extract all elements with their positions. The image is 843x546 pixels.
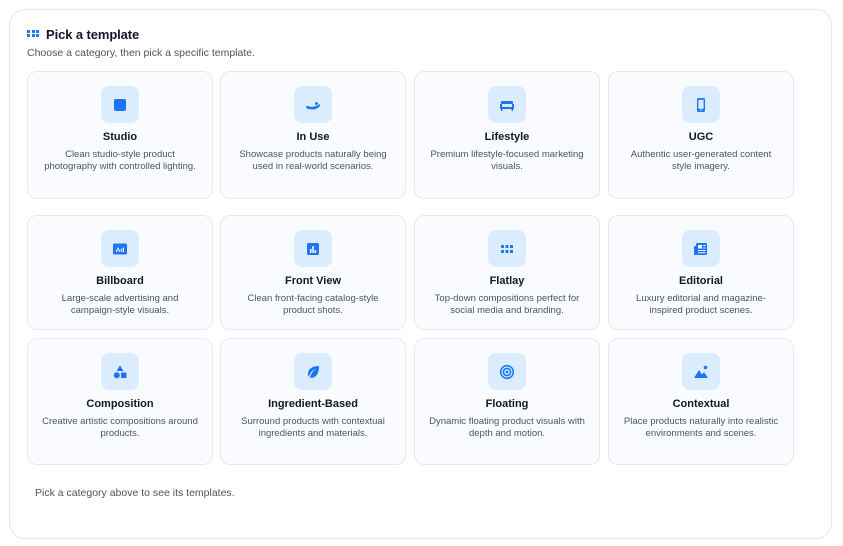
- card-description: Top-down compositions perfect for social…: [434, 293, 580, 316]
- card-title: In Use: [296, 131, 330, 143]
- header: Pick a template Choose a category, then …: [27, 27, 255, 59]
- card-title: Front View: [284, 275, 342, 287]
- footer-note: Pick a category above to see its templat…: [35, 487, 235, 499]
- grid-icon: [27, 29, 39, 40]
- card-description: Place products naturally into realistic …: [623, 416, 779, 439]
- card-title: Contextual: [672, 398, 730, 410]
- card-title: Flatlay: [489, 275, 525, 287]
- card-description: Surround products with contextual ingred…: [241, 416, 385, 439]
- svg-text:Ad: Ad: [116, 247, 125, 254]
- card-title: Composition: [86, 398, 154, 410]
- card-title: Ingredient-Based: [268, 398, 358, 410]
- card-description: Creative artistic compositions around pr…: [42, 416, 198, 439]
- category-card-lifestyle[interactable]: Lifestyle Premium lifestyle-focused mark…: [414, 71, 600, 199]
- category-grid: Studio Clean studio-style product photog…: [27, 71, 795, 465]
- card-title: Floating: [485, 398, 529, 410]
- category-card-studio[interactable]: Studio Clean studio-style product photog…: [27, 71, 213, 199]
- card-title: UGC: [688, 131, 714, 143]
- category-card-ugc[interactable]: UGC Authentic user-generated content sty…: [608, 71, 794, 199]
- category-card-flatlay[interactable]: Flatlay Top-down compositions perfect fo…: [414, 215, 600, 330]
- leaf-icon: [294, 353, 332, 390]
- card-description: Dynamic floating product visuals with de…: [429, 416, 585, 439]
- card-title: Editorial: [678, 275, 723, 287]
- category-card-billboard[interactable]: Ad Billboard Large-scale advertising and…: [27, 215, 213, 330]
- category-card-ingredient-based[interactable]: Ingredient-Based Surround products with …: [220, 338, 406, 465]
- landscape-icon: [682, 353, 720, 390]
- title-row: Pick a template: [27, 27, 255, 42]
- card-description: Showcase products naturally being used i…: [239, 149, 387, 172]
- category-card-editorial[interactable]: Editorial Luxury editorial and magazine-…: [608, 215, 794, 330]
- sofa-icon: [488, 86, 526, 123]
- card-title: Billboard: [96, 275, 144, 287]
- bar-chart-icon: [294, 230, 332, 267]
- card-description: Clean front-facing catalog-style product…: [247, 293, 379, 316]
- card-description: Premium lifestyle-focused marketing visu…: [430, 149, 584, 172]
- ad-icon: Ad: [101, 230, 139, 267]
- category-card-front-view[interactable]: Front View Clean front-facing catalog-st…: [220, 215, 406, 330]
- category-card-contextual[interactable]: Contextual Place products naturally into…: [608, 338, 794, 465]
- card-description: Large-scale advertising and campaign-sty…: [61, 293, 179, 316]
- smartphone-icon: [682, 86, 720, 123]
- card-description: Authentic user-generated content style i…: [630, 149, 772, 172]
- hand-icon: [294, 86, 332, 123]
- category-card-composition[interactable]: Composition Creative artistic compositio…: [27, 338, 213, 465]
- newspaper-icon: [682, 230, 720, 267]
- square-icon: [101, 86, 139, 123]
- page-subtitle: Choose a category, then pick a specific …: [27, 47, 256, 59]
- page-title: Pick a template: [46, 27, 140, 42]
- shapes-icon: [101, 353, 139, 390]
- card-description: Clean studio-style product photography w…: [44, 149, 196, 172]
- card-title: Lifestyle: [484, 131, 530, 143]
- card-description: Luxury editorial and magazine-inspired p…: [636, 293, 766, 316]
- target-icon: [488, 353, 526, 390]
- category-card-in-use[interactable]: In Use Showcase products naturally being…: [220, 71, 406, 199]
- grid-dots-icon: [488, 230, 526, 267]
- category-card-floating[interactable]: Floating Dynamic floating product visual…: [414, 338, 600, 465]
- card-title: Studio: [102, 131, 138, 143]
